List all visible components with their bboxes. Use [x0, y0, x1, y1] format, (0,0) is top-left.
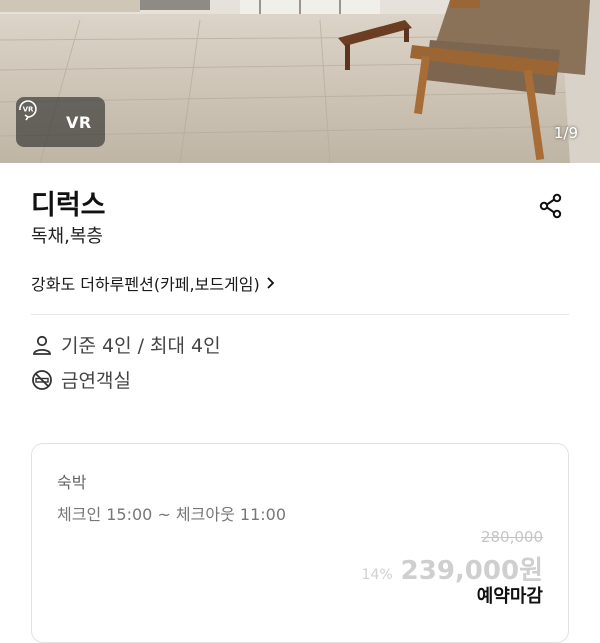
booking-status: 예약마감 — [476, 586, 543, 607]
vr-360-icon: VR — [19, 100, 58, 134]
no-smoking-text: 금연객실 — [61, 370, 131, 392]
stay-option-card[interactable]: 숙박 체크인 15:00 ~ 체크아웃 11:00 280,000 14% 23… — [31, 443, 569, 643]
vr-label: VR — [66, 112, 92, 132]
stay-type-label: 숙박 — [57, 473, 87, 492]
discount-rate: 14% — [361, 567, 393, 583]
no-smoking-feature: 금연객실 — [31, 366, 131, 393]
lodging-link[interactable]: 강화도 더하루펜션(카페,보드게임) — [31, 271, 276, 295]
share-icon — [539, 193, 562, 219]
photo-counter: 1/9 — [553, 124, 578, 142]
capacity-text: 기준 4인 / 최대 4인 — [61, 335, 221, 357]
room-photo[interactable]: VR VR 1/9 — [0, 0, 600, 163]
capacity-feature: 기준 4인 / 최대 4인 — [31, 331, 221, 358]
chevron-right-icon — [267, 277, 275, 289]
room-type: 독채,복층 — [31, 226, 103, 247]
section-divider — [31, 314, 569, 315]
no-smoking-icon — [31, 369, 53, 391]
share-button[interactable] — [537, 192, 565, 220]
room-title: 디럭스 — [31, 190, 106, 221]
person-icon — [31, 334, 53, 356]
lodging-name: 강화도 더하루펜션(카페,보드게임) — [31, 275, 260, 294]
check-in-out-times: 체크인 15:00 ~ 체크아웃 11:00 — [57, 505, 287, 524]
vr-tour-button[interactable]: VR VR — [16, 97, 105, 147]
original-price: 280,000 — [480, 528, 543, 546]
svg-text:VR: VR — [23, 106, 34, 114]
